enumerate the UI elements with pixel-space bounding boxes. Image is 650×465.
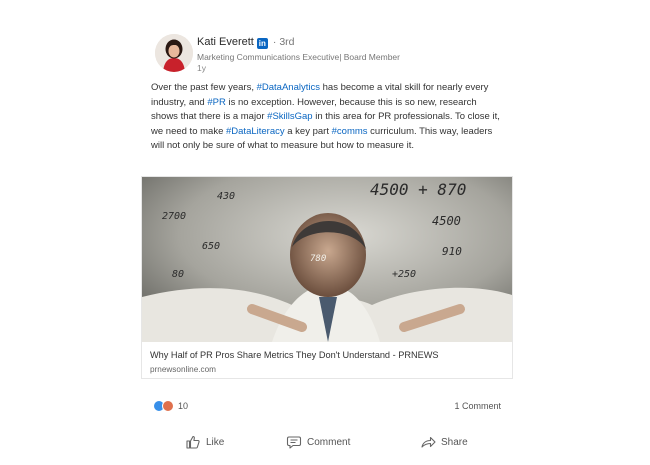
article-title[interactable]: Why Half of PR Pros Share Metrics They D… [150, 350, 439, 360]
post-text-segment: Over the past few years, [151, 82, 257, 93]
image-text: 80 [172, 269, 184, 280]
link-preview-card[interactable]: 4500 + 870 4500 2700 650 910 +250 80 430… [141, 176, 513, 379]
post-time: 1y [197, 63, 206, 73]
image-text: 4500 [432, 214, 461, 228]
love-reaction-icon [162, 400, 174, 412]
post-text-segment: a key part [284, 125, 332, 137]
post-actions: Like Comment Share [141, 434, 513, 454]
author-info: Kati Everett in · 3rd Marketing Communica… [197, 35, 507, 74]
post-text: Over the past few years, #DataAnalytics … [151, 81, 501, 154]
comments-count[interactable]: 1 Comment [454, 401, 501, 411]
image-text: 650 [202, 241, 220, 252]
image-text: 4500 + 870 [370, 180, 466, 199]
hashtag-comms[interactable]: #comms [332, 126, 368, 137]
reactions-summary[interactable]: 10 [153, 399, 188, 413]
article-image[interactable]: 4500 + 870 4500 2700 650 910 +250 80 430… [142, 177, 512, 342]
image-text: 2700 [162, 211, 186, 222]
image-text: 430 [217, 191, 235, 202]
hashtag-pr[interactable]: #PR [207, 97, 225, 108]
image-text: 780 [310, 254, 326, 264]
linkedin-badge-icon: in [256, 38, 268, 49]
author-headline: Marketing Communications Executive| Boar… [197, 52, 400, 62]
comment-label: Comment [307, 436, 351, 448]
author-name-line: Kati Everett in · 3rd [197, 35, 507, 49]
thumbs-up-icon [186, 435, 200, 449]
hashtag-skillsgap[interactable]: #SkillsGap [267, 111, 312, 122]
reaction-count: 10 [178, 401, 189, 411]
share-button[interactable]: Share [420, 434, 468, 450]
hashtag-dataliteracy[interactable]: #DataLiteracy [226, 126, 285, 137]
like-button[interactable]: Like [185, 434, 224, 450]
comment-icon [286, 436, 302, 449]
like-label: Like [206, 436, 225, 448]
share-label: Share [441, 436, 468, 448]
article-source: prnewsonline.com [150, 365, 216, 374]
hashtag-dataanalytics[interactable]: #DataAnalytics [257, 82, 320, 93]
connection-degree: · 3rd [272, 36, 295, 48]
author-name[interactable]: Kati Everett [197, 36, 254, 48]
author-avatar[interactable] [155, 34, 193, 72]
image-text: +250 [392, 269, 416, 280]
image-text: 910 [442, 245, 462, 258]
share-icon [421, 436, 436, 448]
comment-button[interactable]: Comment [286, 434, 350, 450]
